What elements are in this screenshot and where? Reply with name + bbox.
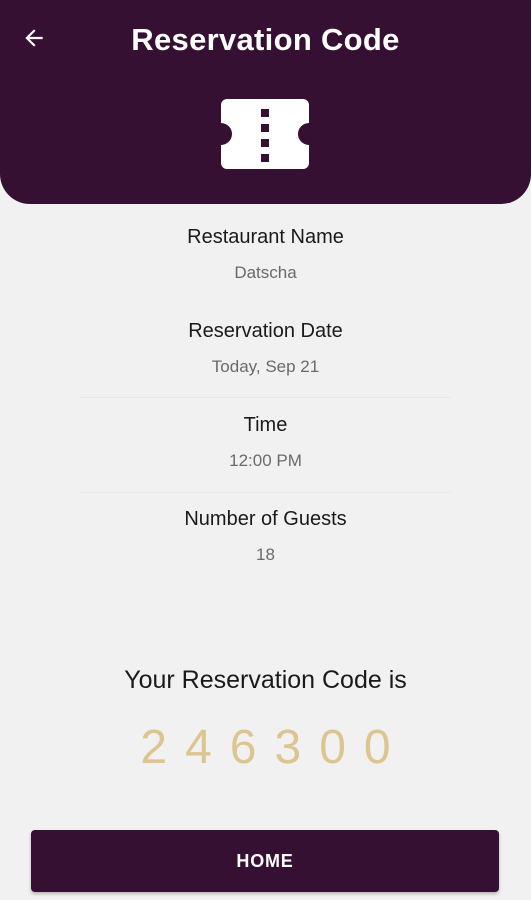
- home-button[interactable]: HOME: [31, 830, 499, 892]
- restaurant-value: Datscha: [234, 263, 297, 282]
- guests-value: 18: [256, 545, 275, 564]
- home-button-label: HOME: [236, 850, 294, 871]
- restaurant-info: Restaurant Name Datscha: [80, 226, 451, 283]
- page-title: Reservation Code: [131, 22, 400, 57]
- divider: [80, 492, 451, 493]
- restaurant-label: Restaurant Name: [187, 226, 344, 248]
- time-value: 12:00 PM: [229, 451, 302, 470]
- guests-label: Number of Guests: [184, 508, 347, 530]
- date-label: Reservation Date: [188, 320, 343, 342]
- reservation-code: 246300: [140, 721, 409, 774]
- code-title: Your Reservation Code is: [124, 666, 407, 694]
- divider: [80, 397, 451, 398]
- reservation-code-screen: Reservation Code Restaurant Name Datscha…: [0, 0, 531, 900]
- time-label: Time: [243, 414, 288, 436]
- ticket-icon: [221, 99, 309, 169]
- guests-info: Number of Guests 18: [80, 508, 451, 565]
- date-value: Today, Sep 21: [211, 357, 320, 376]
- header: Reservation Code: [0, 0, 531, 204]
- time-info: Time 12:00 PM: [80, 414, 451, 471]
- date-info: Reservation Date Today, Sep 21: [80, 320, 451, 377]
